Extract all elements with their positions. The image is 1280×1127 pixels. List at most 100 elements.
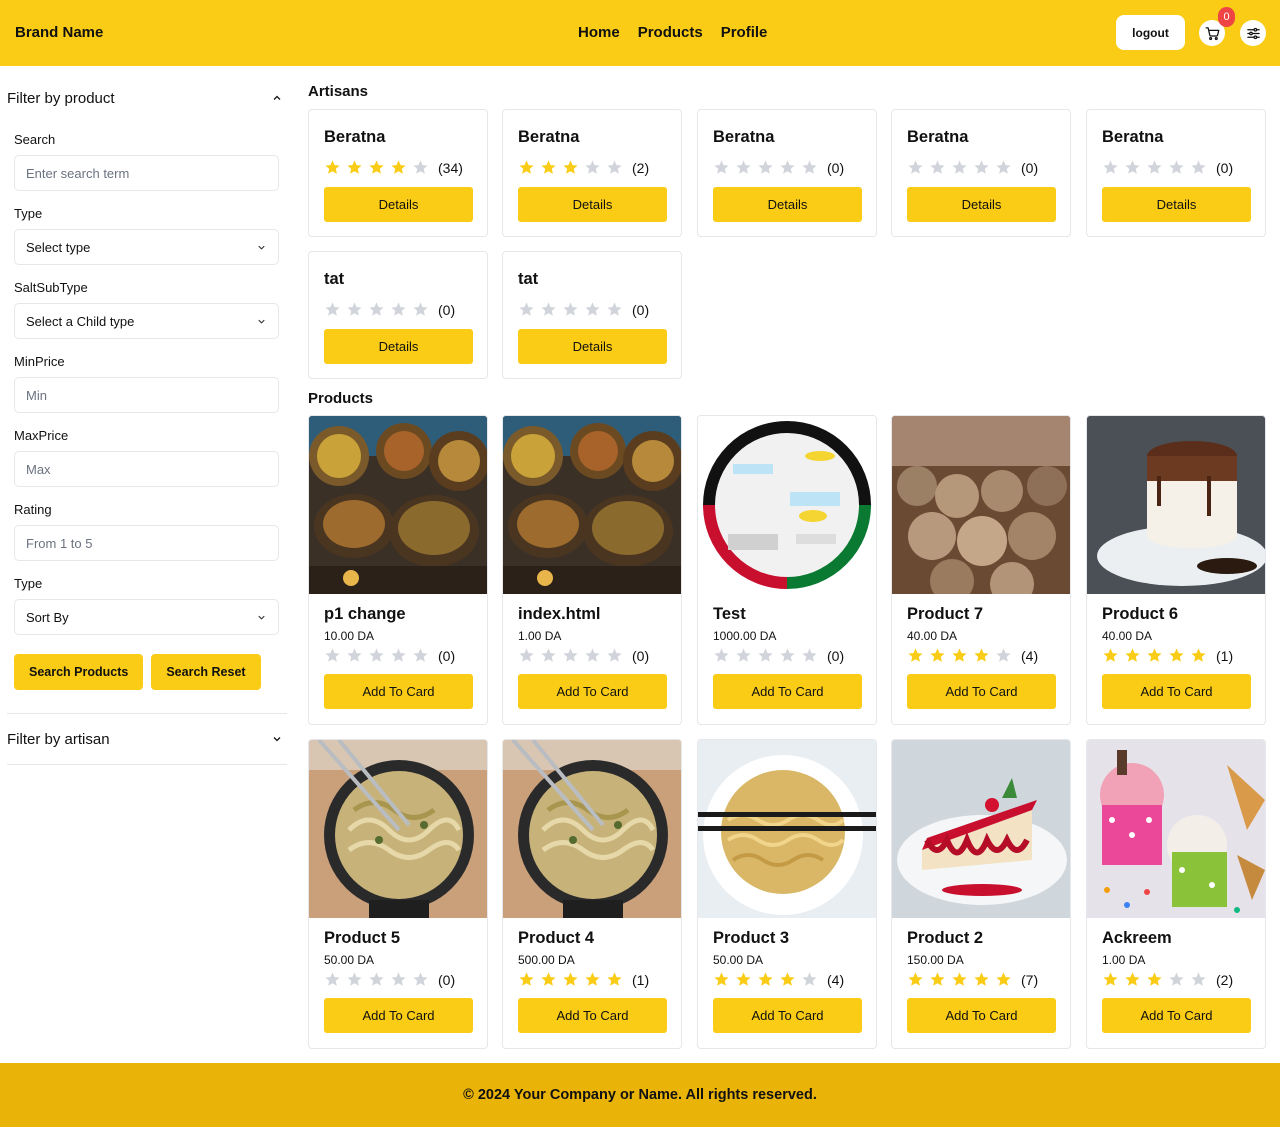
add-to-cart-button[interactable]: Add To Card bbox=[324, 998, 473, 1033]
star-icon bbox=[541, 302, 556, 316]
product-name: Product 4 bbox=[518, 929, 595, 947]
product-name: Test bbox=[713, 605, 746, 623]
add-to-cart-button[interactable]: Add To Card bbox=[518, 998, 667, 1033]
product-image[interactable] bbox=[698, 740, 876, 918]
rating-count: (34) bbox=[438, 159, 463, 176]
rating-count: (0) bbox=[438, 971, 456, 988]
artisan-details-button[interactable]: Details bbox=[907, 187, 1056, 222]
product-image[interactable] bbox=[309, 416, 487, 594]
star-icon bbox=[1191, 972, 1206, 986]
star-icon bbox=[413, 160, 428, 174]
product-card: Product 7 40.00 DA (4) Add To Card bbox=[891, 415, 1071, 725]
add-to-cart-button[interactable]: Add To Card bbox=[907, 674, 1056, 709]
artisan-name: Beratna bbox=[518, 128, 580, 146]
footer: © 2024 Your Company or Name. All rights … bbox=[0, 1063, 1280, 1127]
nav-home[interactable]: Home bbox=[578, 24, 620, 41]
rating-count: (0) bbox=[827, 647, 845, 664]
subtype-select[interactable]: Select a Child type bbox=[14, 303, 279, 339]
search-products-button[interactable]: Search Products bbox=[14, 654, 144, 690]
cart-count-badge: 0 bbox=[1218, 7, 1235, 27]
add-to-cart-button[interactable]: Add To Card bbox=[518, 674, 667, 709]
product-price: 40.00 DA bbox=[1102, 629, 1153, 643]
artisan-details-button[interactable]: Details bbox=[713, 187, 862, 222]
product-image[interactable] bbox=[892, 740, 1070, 918]
star-icon bbox=[714, 160, 729, 174]
product-image[interactable] bbox=[503, 740, 681, 918]
star-icon bbox=[996, 160, 1011, 174]
product-price: 500.00 DA bbox=[518, 953, 575, 967]
rating-stars: (1) bbox=[518, 971, 649, 988]
artisan-details-button[interactable]: Details bbox=[324, 187, 473, 222]
top-navbar: Brand Name Home Products Profile logout … bbox=[0, 0, 1280, 66]
star-icon bbox=[1147, 648, 1162, 662]
product-image[interactable] bbox=[698, 416, 876, 594]
rating-input[interactable] bbox=[14, 525, 279, 561]
nav-profile[interactable]: Profile bbox=[721, 24, 768, 41]
add-to-cart-button[interactable]: Add To Card bbox=[713, 998, 862, 1033]
star-icon bbox=[736, 648, 751, 662]
artisan-card: tat (0) Details bbox=[502, 251, 682, 379]
add-to-cart-button[interactable]: Add To Card bbox=[907, 998, 1056, 1033]
artisan-details-button[interactable]: Details bbox=[1102, 187, 1251, 222]
brand-name[interactable]: Brand Name bbox=[15, 24, 103, 41]
artisan-name: Beratna bbox=[324, 128, 386, 146]
add-to-cart-button[interactable]: Add To Card bbox=[1102, 998, 1251, 1033]
product-name: index.html bbox=[518, 605, 601, 623]
star-icon bbox=[607, 648, 622, 662]
product-card: Product 6 40.00 DA (1) Add To Card bbox=[1086, 415, 1266, 725]
logout-button[interactable]: logout bbox=[1116, 15, 1185, 50]
star-icon bbox=[930, 972, 945, 986]
rating-stars: (1) bbox=[1102, 647, 1233, 664]
star-icon bbox=[930, 160, 945, 174]
product-name: Product 2 bbox=[907, 929, 984, 947]
rating-count: (7) bbox=[1021, 971, 1039, 988]
nav-products[interactable]: Products bbox=[638, 24, 703, 41]
artisan-details-button[interactable]: Details bbox=[518, 329, 667, 364]
star-icon bbox=[325, 648, 340, 662]
star-icon bbox=[908, 160, 923, 174]
add-to-cart-button[interactable]: Add To Card bbox=[1102, 674, 1251, 709]
star-icon bbox=[325, 160, 340, 174]
star-icon bbox=[1169, 972, 1184, 986]
search-reset-button[interactable]: Search Reset bbox=[151, 654, 261, 690]
sort-select[interactable]: Sort By bbox=[14, 599, 279, 635]
star-icon bbox=[758, 972, 773, 986]
product-image[interactable] bbox=[892, 416, 1070, 594]
rating-stars: (0) bbox=[324, 647, 455, 664]
star-icon bbox=[908, 972, 923, 986]
star-icon bbox=[802, 160, 817, 174]
product-card: Product 4 500.00 DA (1) Add To Card bbox=[502, 739, 682, 1049]
add-to-cart-button[interactable]: Add To Card bbox=[713, 674, 862, 709]
max-price-input[interactable] bbox=[14, 451, 279, 487]
chevron-up-icon bbox=[273, 95, 281, 100]
product-name: p1 change bbox=[324, 605, 406, 623]
product-image[interactable] bbox=[1087, 740, 1265, 918]
product-filter-accordion-header[interactable]: Filter by product bbox=[7, 80, 287, 116]
artisan-details-button[interactable]: Details bbox=[518, 187, 667, 222]
type-select[interactable]: Select type bbox=[14, 229, 279, 265]
rating-count: (0) bbox=[438, 647, 456, 664]
rating-stars: (0) bbox=[324, 301, 455, 318]
star-icon bbox=[585, 160, 600, 174]
rating-stars: (2) bbox=[1102, 971, 1233, 988]
product-price: 1.00 DA bbox=[1102, 953, 1146, 967]
rating-count: (0) bbox=[438, 301, 456, 318]
star-icon bbox=[541, 972, 556, 986]
star-icon bbox=[952, 160, 967, 174]
add-to-cart-button[interactable]: Add To Card bbox=[324, 674, 473, 709]
chevron-down-icon bbox=[258, 319, 265, 324]
product-image[interactable] bbox=[309, 740, 487, 918]
settings-toggle-button[interactable] bbox=[1240, 20, 1266, 46]
product-image[interactable] bbox=[503, 416, 681, 594]
artisan-filter-accordion-header[interactable]: Filter by artisan bbox=[7, 714, 287, 764]
artisan-details-button[interactable]: Details bbox=[324, 329, 473, 364]
product-name: Product 3 bbox=[713, 929, 790, 947]
min-price-input[interactable] bbox=[14, 377, 279, 413]
star-icon bbox=[585, 302, 600, 316]
product-image[interactable] bbox=[1087, 416, 1265, 594]
star-icon bbox=[607, 972, 622, 986]
search-input[interactable] bbox=[14, 155, 279, 191]
star-icon bbox=[369, 648, 384, 662]
rating-count: (0) bbox=[632, 301, 650, 318]
star-icon bbox=[369, 302, 384, 316]
